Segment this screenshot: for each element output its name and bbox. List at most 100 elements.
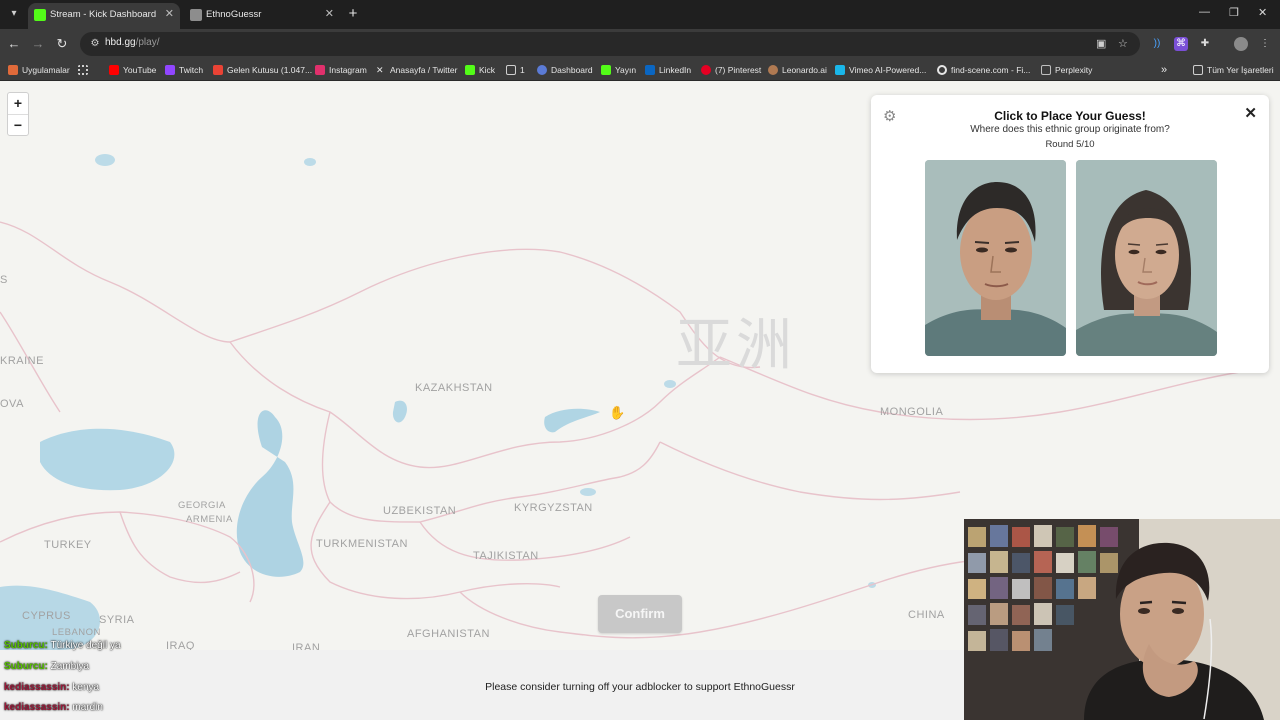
country-label: GEORGIA xyxy=(178,500,226,511)
new-tab-plus-icon[interactable]: + xyxy=(345,6,361,22)
bookmark-dashboard[interactable]: Dashboard xyxy=(537,63,593,77)
tab-search-chevron-icon[interactable]: ▾ xyxy=(6,6,22,22)
streamer-webcam-image xyxy=(964,519,1280,720)
extension-purple-icon[interactable]: ⌘ xyxy=(1174,37,1188,51)
close-tab-icon[interactable]: ✕ xyxy=(165,7,174,20)
restore-icon[interactable]: ❐ xyxy=(1229,6,1239,19)
folder-icon xyxy=(506,65,516,75)
lake xyxy=(580,488,596,496)
bookmark-linkedin[interactable]: LinkedIn xyxy=(645,63,691,77)
zoom-out-button[interactable]: − xyxy=(8,114,28,135)
browser-toolbar: ← → ↻ ⚙ hbd.gg/play/ ▣ ☆ )) ⌘ ✚ ⋮ xyxy=(0,29,1280,59)
address-bar[interactable]: ⚙ hbd.gg/play/ ▣ ☆ xyxy=(80,32,1140,56)
reload-icon[interactable]: ↻ xyxy=(54,36,70,52)
x-icon: ✕ xyxy=(376,65,384,75)
instagram-icon xyxy=(315,65,325,75)
bookmark-grid[interactable] xyxy=(78,63,88,77)
url-text[interactable]: hbd.gg/play/ xyxy=(105,37,160,48)
tab-strip: ▾ Stream - Kick Dashboard ✕ EthnoGuessr … xyxy=(0,0,1280,29)
close-tab-icon[interactable]: ✕ xyxy=(325,7,334,20)
country-label: TURKEY xyxy=(44,539,92,551)
extensions-puzzle-icon[interactable]: ✚ xyxy=(1198,37,1212,51)
lake xyxy=(304,158,316,166)
leonardo-icon xyxy=(768,65,778,75)
vimeo-icon xyxy=(835,65,845,75)
bookmark-find-scene[interactable]: find-scene.com - Fi... xyxy=(937,63,1030,77)
bookmark-folder-1[interactable]: 1 xyxy=(506,63,525,77)
linkedin-icon xyxy=(645,65,655,75)
kick-icon xyxy=(601,65,611,75)
bookmark-youtube[interactable]: YouTube xyxy=(109,63,156,77)
bookmark-gmail[interactable]: Gelen Kutusu (1.047... xyxy=(213,63,312,77)
country-label: SYRIA xyxy=(99,614,135,626)
black-sea xyxy=(40,428,175,491)
caspian-sea xyxy=(236,410,304,577)
country-label: CHINA xyxy=(908,609,945,621)
pinterest-icon xyxy=(701,65,711,75)
tab-kick-dashboard[interactable]: Stream - Kick Dashboard ✕ xyxy=(28,3,180,29)
tab-ethnoguessr[interactable]: EthnoGuessr ✕ xyxy=(184,3,340,29)
grid-icon xyxy=(78,65,88,75)
twitch-icon xyxy=(165,65,175,75)
translate-icon[interactable]: ▣ xyxy=(1096,37,1106,50)
webcam-overlay xyxy=(964,519,1280,720)
lake xyxy=(95,154,115,166)
face-illustration xyxy=(925,160,1066,356)
folder-icon xyxy=(1193,65,1203,75)
country-label: CYPRUS xyxy=(22,610,71,622)
bookmark-perplexity[interactable]: Perplexity xyxy=(1041,63,1092,77)
all-bookmarks-button[interactable]: Tüm Yer İşaretleri xyxy=(1193,63,1274,77)
zoom-in-button[interactable]: + xyxy=(8,93,28,114)
bookmark-yayin[interactable]: Yayın xyxy=(601,63,636,77)
extension-audio-icon[interactable]: )) xyxy=(1150,37,1164,51)
chat-message: kediassassin: kenya xyxy=(4,682,100,693)
country-label: LEBANON xyxy=(52,627,101,638)
bookmarks-overflow-button[interactable]: » xyxy=(1161,63,1167,77)
minimize-icon[interactable]: — xyxy=(1199,6,1210,18)
face-illustration xyxy=(1076,160,1217,356)
site-info-icon[interactable]: ⚙ xyxy=(88,37,102,51)
findscene-icon xyxy=(937,65,947,75)
country-label: OVA xyxy=(0,398,24,410)
forward-arrow-icon[interactable]: → xyxy=(30,36,46,52)
bookmark-vimeo[interactable]: Vimeo AI-Powered... xyxy=(835,63,926,77)
apps-grid-icon xyxy=(8,65,18,75)
bookmark-uygulamalar[interactable]: Uygulamalar xyxy=(8,63,70,77)
country-label: UZBEKISTAN xyxy=(383,505,457,517)
country-label: IRAQ xyxy=(166,640,195,650)
bookmark-kick[interactable]: Kick xyxy=(465,63,495,77)
browser-menu-icon[interactable]: ⋮ xyxy=(1258,37,1272,51)
window-close-icon[interactable]: ✕ xyxy=(1258,6,1267,19)
bookmark-instagram[interactable]: Instagram xyxy=(315,63,367,77)
country-label: TURKMENISTAN xyxy=(316,538,408,550)
lake xyxy=(664,380,676,388)
chat-message: Suburcu: Zambiya xyxy=(4,661,90,672)
bookmark-star-icon[interactable]: ☆ xyxy=(1118,37,1128,50)
profile-avatar-icon[interactable] xyxy=(1234,37,1248,51)
country-label: IRAN xyxy=(292,642,321,650)
bookmark-pinterest[interactable]: (7) Pinterest xyxy=(701,63,761,77)
round-indicator: Round 5/10 xyxy=(1045,139,1095,150)
bookmark-leonardo[interactable]: Leonardo.ai xyxy=(768,63,827,77)
chat-message: kediassassin: mardin xyxy=(4,702,103,713)
country-label: KAZAKHSTAN xyxy=(415,382,493,394)
country-label: KYRGYZSTAN xyxy=(514,502,593,514)
back-arrow-icon[interactable]: ← xyxy=(6,36,22,52)
bookmark-twitch[interactable]: Twitch xyxy=(165,63,203,77)
country-label: MONGOLIA xyxy=(880,406,944,418)
confirm-button[interactable]: Confirm xyxy=(598,595,682,633)
gmail-icon xyxy=(213,65,223,75)
female-face-image[interactable] xyxy=(1076,160,1217,356)
country-label: S xyxy=(0,274,8,286)
perplexity-icon xyxy=(1041,65,1051,75)
zoom-controls: + − xyxy=(7,92,29,136)
bookmarks-bar: Uygulamalar YouTube Twitch Gelen Kutusu … xyxy=(0,59,1280,81)
guess-panel: ⚙ ✕ Click to Place Your Guess! Where doe… xyxy=(871,95,1269,373)
dashboard-icon xyxy=(537,65,547,75)
lake-balkhash xyxy=(544,408,600,433)
male-face-image[interactable] xyxy=(925,160,1066,356)
bookmark-twitter[interactable]: ✕ Anasayfa / Twitter xyxy=(376,63,457,77)
continent-label: 亚洲 xyxy=(676,313,796,378)
tab-title: Stream - Kick Dashboard xyxy=(50,9,157,20)
country-label: AFGHANISTAN xyxy=(407,628,490,640)
